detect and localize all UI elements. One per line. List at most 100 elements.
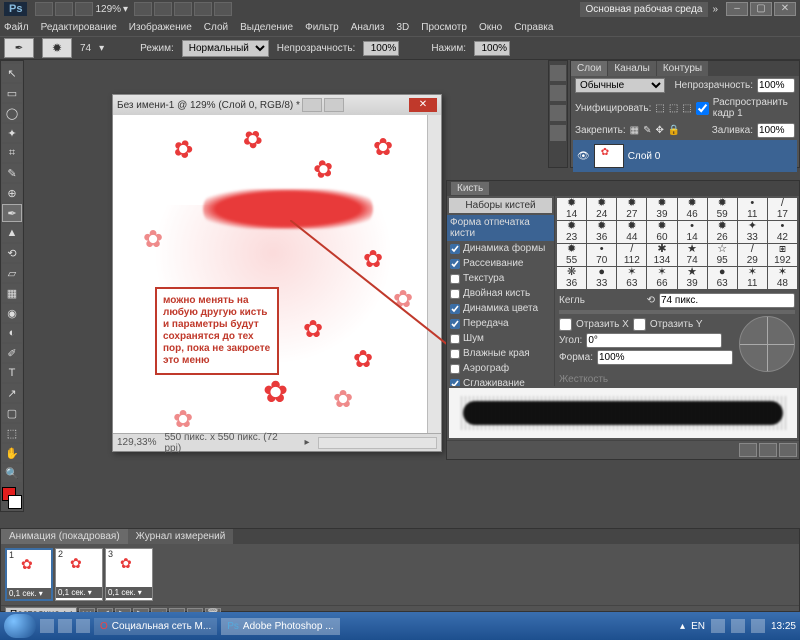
tray-chevron-icon[interactable]: ▴ xyxy=(680,621,685,632)
flow-field[interactable] xyxy=(474,41,510,56)
brush-option-9[interactable]: Аэрограф xyxy=(447,361,554,376)
airbrush-icon[interactable] xyxy=(518,40,534,56)
brush-preset[interactable]: ✹60 xyxy=(647,221,676,243)
tool-dodge[interactable]: ◐ xyxy=(2,324,22,342)
size-field[interactable] xyxy=(659,293,795,308)
brush-preset[interactable]: ✹36 xyxy=(587,221,616,243)
brush-preset[interactable]: ✹59 xyxy=(708,198,737,220)
tray-sound-icon[interactable] xyxy=(751,619,765,633)
document-titlebar[interactable]: Без имени-1 @ 129% (Слой 0, RGB/8) * ✕ xyxy=(113,95,441,115)
chevron-double-icon[interactable]: » xyxy=(712,4,718,15)
menu-view[interactable]: Просмотр xyxy=(421,22,467,33)
inner-min-button[interactable]: – xyxy=(726,2,748,16)
color-swatches[interactable] xyxy=(2,487,22,509)
panel-icon-2[interactable] xyxy=(550,85,566,101)
flipy-checkbox[interactable] xyxy=(633,318,646,331)
brush-option-4[interactable]: Двойная кисть xyxy=(447,286,554,301)
brush-preset[interactable]: ✱134 xyxy=(647,244,676,266)
task-photoshop[interactable]: PsAdobe Photoshop ... xyxy=(221,618,339,635)
menu-window[interactable]: Окно xyxy=(479,22,502,33)
tool-type[interactable]: T xyxy=(2,364,22,382)
brush-option-checkbox[interactable] xyxy=(450,289,460,299)
panel-icon-4[interactable] xyxy=(550,125,566,141)
brush-preset[interactable]: ✶66 xyxy=(647,267,676,289)
tool-crop[interactable]: ⌗ xyxy=(2,144,22,162)
workspace-switcher[interactable]: Основная рабочая среда xyxy=(580,2,709,17)
lock-all-icon[interactable]: 🔒 xyxy=(668,125,680,136)
unify-icon-3[interactable]: ⬚ xyxy=(682,103,691,114)
menu-filter[interactable]: Фильтр xyxy=(305,22,339,33)
brush-preset[interactable]: ✶11 xyxy=(738,267,767,289)
tool-eraser[interactable]: ▱ xyxy=(2,264,22,282)
brush-preset[interactable]: /112 xyxy=(617,244,646,266)
start-button[interactable] xyxy=(4,614,36,638)
brush-preset[interactable]: ✹46 xyxy=(678,198,707,220)
menu-file[interactable]: Файл xyxy=(4,22,29,33)
brush-preset[interactable]: ✹27 xyxy=(617,198,646,220)
brush-option-checkbox[interactable] xyxy=(450,379,460,387)
tool-eyedropper[interactable]: ✎ xyxy=(2,164,22,182)
tool-stamp[interactable]: ▲ xyxy=(2,224,22,242)
brush-preset[interactable]: ✹39 xyxy=(647,198,676,220)
task-opera[interactable]: OСоциальная сеть М... xyxy=(94,618,217,635)
unify-icon-2[interactable]: ⬚ xyxy=(669,103,678,114)
toggle-preview-icon[interactable] xyxy=(739,443,757,457)
brush-option-10[interactable]: Сглаживание xyxy=(447,376,554,386)
unify-icon-1[interactable]: ⬚ xyxy=(655,103,664,114)
title-zoom[interactable]: 129% xyxy=(95,4,121,15)
opacity-pressure-icon[interactable] xyxy=(407,40,423,56)
lock-move-icon[interactable]: ✥ xyxy=(656,125,664,136)
tool-blur[interactable]: ◉ xyxy=(2,304,22,322)
tool-wand[interactable]: ✦ xyxy=(2,124,22,142)
tablet-pressure-icon[interactable] xyxy=(542,40,558,56)
doc-min-button[interactable] xyxy=(302,98,322,112)
blend-mode[interactable]: Обычные xyxy=(575,78,665,93)
tool-move[interactable]: ↖ xyxy=(2,64,22,82)
menu-help[interactable]: Справка xyxy=(514,22,553,33)
brush-preset[interactable]: /17 xyxy=(768,198,797,220)
layer-name[interactable]: Слой 0 xyxy=(628,151,661,162)
tool-zoom[interactable]: 🔍 xyxy=(2,464,22,482)
tab-brush[interactable]: Кисть xyxy=(451,182,489,195)
tab-channels[interactable]: Каналы xyxy=(608,61,656,76)
menu-edit[interactable]: Редактирование xyxy=(41,22,117,33)
brush-preset[interactable]: ✶48 xyxy=(768,267,797,289)
panel-icon-3[interactable] xyxy=(550,105,566,121)
doc-max-button[interactable] xyxy=(324,98,344,112)
doc-scrollbar-h[interactable] xyxy=(318,437,437,449)
layer-row[interactable]: 👁 Слой 0 xyxy=(573,140,797,172)
brush-option-checkbox[interactable] xyxy=(450,259,460,269)
propagate-checkbox[interactable] xyxy=(696,102,709,115)
restore-icon[interactable]: ⟲ xyxy=(647,295,655,306)
tray-clock[interactable]: 13:25 xyxy=(771,621,796,632)
menu-select[interactable]: Выделение xyxy=(240,22,293,33)
tool-gradient[interactable]: ▦ xyxy=(2,284,22,302)
canvas[interactable]: ✿ ✿ ✿ ✿ ✿ ✿ ✿ ✿ ✿ ✿ ✿ ✿ можно менять на … xyxy=(113,115,427,433)
menu-analysis[interactable]: Анализ xyxy=(351,22,385,33)
tool-pen[interactable]: ✐ xyxy=(2,344,22,362)
hand-icon[interactable] xyxy=(134,2,152,16)
pin-player-icon[interactable] xyxy=(76,619,90,633)
menu-image[interactable]: Изображение xyxy=(129,22,192,33)
lock-transparent-icon[interactable]: ▦ xyxy=(630,125,639,136)
tool-shape[interactable]: ▢ xyxy=(2,404,22,422)
brush-preset[interactable]: ✹24 xyxy=(587,198,616,220)
inner-close-button[interactable]: ✕ xyxy=(774,2,796,16)
brush-preset[interactable]: ✹14 xyxy=(557,198,586,220)
inner-max-button[interactable]: ▢ xyxy=(750,2,772,16)
angle-control[interactable] xyxy=(739,316,795,372)
roundness-field[interactable] xyxy=(597,350,733,365)
tool-heal[interactable]: ⊕ xyxy=(2,184,22,202)
tool-hand[interactable]: ✋ xyxy=(2,444,22,462)
brush-preset[interactable]: •14 xyxy=(678,221,707,243)
brush-preset[interactable]: ✦33 xyxy=(738,221,767,243)
tool-path[interactable]: ↗ xyxy=(2,384,22,402)
opacity-field[interactable] xyxy=(363,41,399,56)
brush-preview[interactable]: ✹ xyxy=(42,38,72,58)
brush-option-5[interactable]: Динамика цвета xyxy=(447,301,554,316)
blend-mode-select[interactable]: Нормальный xyxy=(182,40,269,57)
size-slider[interactable] xyxy=(559,310,795,314)
brush-option-1[interactable]: Динамика формы xyxy=(447,241,554,256)
brush-preset[interactable]: ★39 xyxy=(678,267,707,289)
tool-brush[interactable]: ✒ xyxy=(2,204,22,222)
